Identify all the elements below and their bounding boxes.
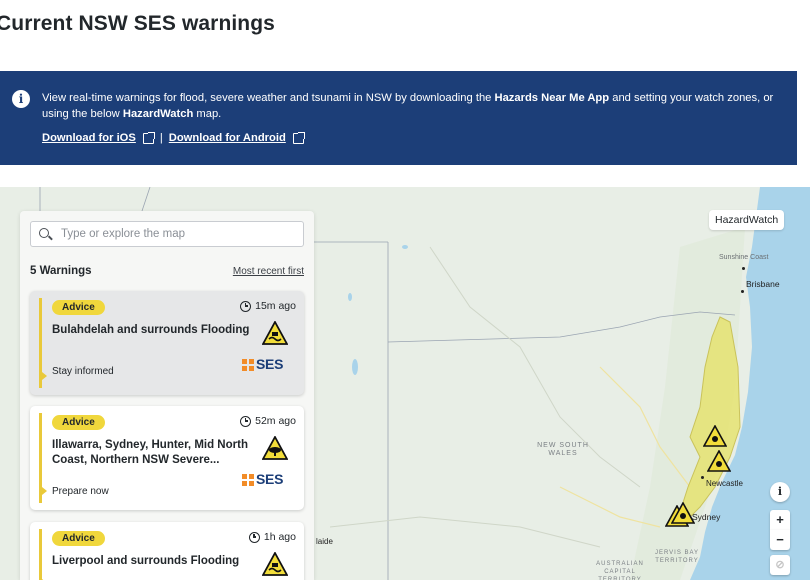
sort-dropdown[interactable]: Most recent first xyxy=(233,266,304,277)
banner-text-1: View real-time warnings for flood, sever… xyxy=(42,92,492,104)
search-input[interactable] xyxy=(61,225,297,243)
advice-badge: Advice xyxy=(52,300,105,315)
card-accent xyxy=(39,298,47,388)
download-links: Download for iOS | Download for Android xyxy=(42,131,305,144)
flood-marker-icon[interactable] xyxy=(703,425,727,447)
warning-card[interactable]: Advice 15m ago Bulahdelah and surrounds … xyxy=(30,291,304,395)
map-label-nsw: NEW SOUTH WALES xyxy=(537,442,589,457)
map-info-button[interactable]: i xyxy=(770,482,790,502)
ses-logo: SES xyxy=(242,471,288,489)
clock-icon xyxy=(240,300,252,312)
card-time: 15m ago xyxy=(240,300,296,312)
warnings-count: 5 Warnings xyxy=(30,265,92,277)
zoom-in-button[interactable]: + xyxy=(770,510,790,530)
search-icon xyxy=(39,228,49,238)
app-name: Hazards Near Me App xyxy=(494,92,610,104)
map-label-brisbane: Brisbane xyxy=(746,279,780,289)
advice-badge: Advice xyxy=(52,415,105,430)
hazardwatch-label: HazardWatch xyxy=(709,210,785,230)
ses-logo-text: SES xyxy=(256,471,284,487)
page-title: Current NSW SES warnings xyxy=(0,12,275,35)
banner-text-3: map. xyxy=(196,108,222,120)
map-name: HazardWatch xyxy=(122,108,194,120)
warning-action: Stay informed xyxy=(52,366,114,377)
map-label-sunshine-coast: Sunshine Coast xyxy=(719,254,769,261)
card-time: 1h ago xyxy=(248,531,296,543)
flood-warning-icon xyxy=(262,552,288,576)
info-banner: i View real-time warnings for flood, sev… xyxy=(0,71,797,165)
time-label: 52m ago xyxy=(255,415,296,427)
flood-marker-icon[interactable] xyxy=(707,450,731,472)
external-link-icon xyxy=(292,131,305,144)
city-dot xyxy=(742,267,745,270)
warning-card[interactable]: Advice 52m ago Illawarra, Sydney, Hunter… xyxy=(30,406,304,510)
compass-button[interactable]: ⊘ xyxy=(770,555,790,575)
map-search[interactable] xyxy=(30,221,304,247)
map-label-adelaide: laide xyxy=(316,537,333,546)
card-time: 52m ago xyxy=(240,415,296,427)
city-dot xyxy=(741,290,744,293)
download-android-link[interactable]: Download for Android xyxy=(169,132,286,144)
map-label-jervis-bay: JERVIS BAY TERRITORY xyxy=(654,550,700,564)
map-label-newcastle: Newcastle xyxy=(706,479,743,488)
advice-badge: Advice xyxy=(52,531,105,546)
card-accent xyxy=(39,413,47,503)
banner-message: View real-time warnings for flood, sever… xyxy=(42,90,782,122)
map-label-act: AUSTRALIAN CAPITAL TERRITORY xyxy=(596,561,644,580)
card-accent xyxy=(39,529,47,580)
ses-logo-text: SES xyxy=(256,356,284,372)
map-label-sydney: Sydney xyxy=(692,512,721,522)
link-separator: | xyxy=(159,132,163,144)
flood-warning-icon xyxy=(262,321,288,345)
info-icon: i xyxy=(12,90,30,108)
warning-title: Bulahdelah and surrounds Flooding xyxy=(52,324,250,336)
warning-title: Liverpool and surrounds Flooding xyxy=(52,555,240,567)
ses-logo: SES xyxy=(242,356,288,374)
clock-icon xyxy=(240,415,252,427)
severe-weather-warning-icon xyxy=(262,436,288,460)
warning-card[interactable]: Advice 1h ago Liverpool and surrounds Fl… xyxy=(30,522,304,580)
flood-marker-icon[interactable] xyxy=(671,502,695,524)
download-ios-link[interactable]: Download for iOS xyxy=(42,132,136,144)
external-link-icon xyxy=(142,131,155,144)
city-dot xyxy=(701,476,704,479)
warnings-panel: 5 Warnings Most recent first Advice 15m … xyxy=(20,211,314,580)
time-label: 15m ago xyxy=(255,300,296,312)
clock-icon xyxy=(248,531,260,543)
time-label: 1h ago xyxy=(263,531,296,543)
warning-action: Prepare now xyxy=(52,486,109,497)
warning-title: Illawarra, Sydney, Hunter, Mid North Coa… xyxy=(52,439,248,466)
zoom-out-button[interactable]: − xyxy=(770,530,790,550)
